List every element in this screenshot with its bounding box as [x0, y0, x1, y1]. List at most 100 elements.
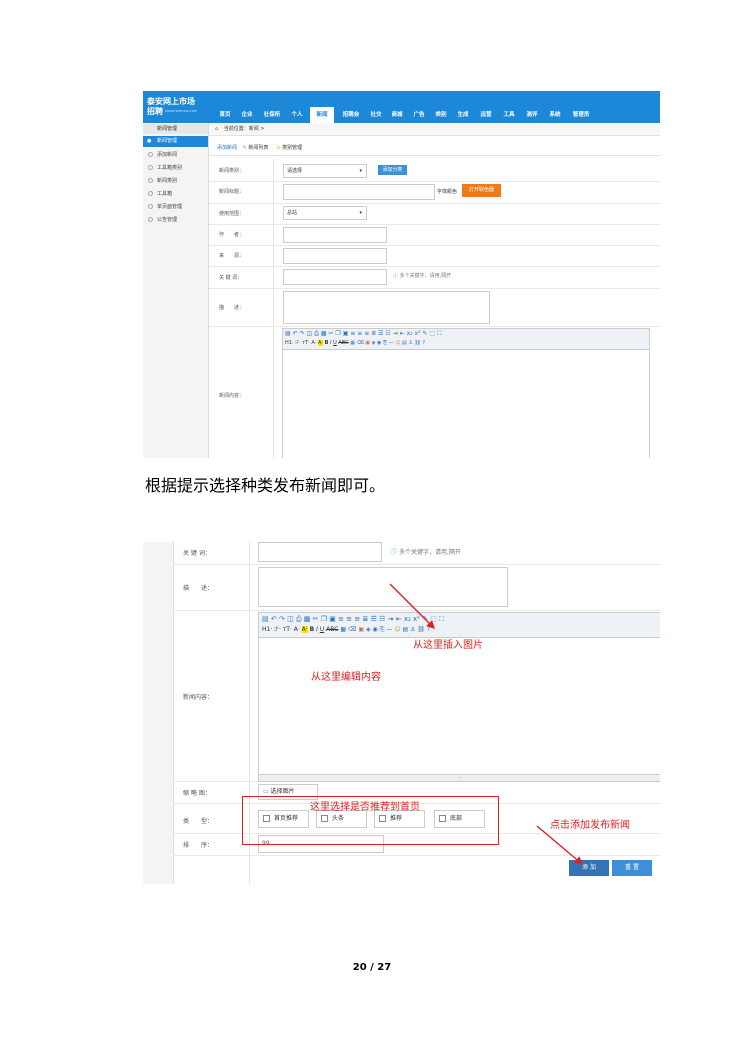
circle-icon	[148, 165, 153, 170]
nav-tools[interactable]: 工具	[500, 107, 518, 123]
select-all-icon[interactable]: ⬚	[429, 330, 435, 337]
align-left-icon[interactable]: ≡	[350, 330, 355, 337]
indent-icon[interactable]: ⇥	[393, 330, 398, 337]
nav-evaluation[interactable]: 测评	[523, 107, 541, 123]
nav-category[interactable]: 类别	[432, 107, 450, 123]
scope-select[interactable]: 总站 ▾	[283, 206, 367, 220]
nav-company[interactable]: 企业	[237, 107, 257, 123]
sidebar-item-toolbox[interactable]: 工具箱	[148, 190, 172, 197]
anchor-icon[interactable]: ⚓	[408, 340, 412, 346]
sidebar-item-add-news[interactable]: 添加新闻	[148, 151, 177, 158]
strikethrough-button[interactable]: ABC	[338, 340, 348, 346]
bullet-list-icon[interactable]: ☷	[385, 330, 390, 337]
help-icon[interactable]: ?	[422, 340, 425, 346]
copy-icon[interactable]: ❐	[335, 330, 340, 337]
link-icon[interactable]: ⛓	[414, 340, 420, 346]
logo-title: 泰安网上市场	[147, 97, 195, 106]
font-color-button[interactable]: A·	[311, 340, 316, 346]
redo-icon[interactable]: ↷	[300, 330, 305, 337]
outdent-icon[interactable]: ⇤	[400, 330, 405, 337]
flash-icon[interactable]: ◈	[372, 340, 376, 346]
hr-icon[interactable]: —	[389, 340, 394, 346]
sidebar-item-single-page[interactable]: 单页面管理	[148, 203, 182, 210]
emoticon-icon[interactable]: ☺	[395, 340, 400, 346]
superscript-icon[interactable]: x²	[415, 330, 421, 337]
instruction-caption: 根据提示选择种类发布新闻即可。	[145, 476, 386, 495]
action-tabs: 添加新闻 ✎ 新闻列表 ⚠ 类别管理	[209, 141, 660, 156]
description-label: 描 述：	[219, 305, 245, 311]
nav-mall[interactable]: 商城	[388, 107, 406, 123]
content-label: 新闻内容：	[219, 393, 245, 399]
heading-button[interactable]: H1·	[285, 340, 294, 346]
template-icon[interactable]: ▦	[321, 330, 327, 337]
nav-social[interactable]: 社交	[367, 107, 385, 123]
form-row-title: 新闻标题： 字体颜色 打开取色器	[209, 181, 660, 204]
preview-icon[interactable]: ◫	[307, 330, 313, 337]
arrow-to-image-icon	[389, 583, 435, 629]
author-input[interactable]	[283, 227, 387, 243]
tab-category-manage[interactable]: 类别管理	[282, 145, 302, 151]
nav-home[interactable]: 首页	[215, 107, 235, 123]
align-center-icon[interactable]: ≡	[357, 330, 362, 337]
underline-button[interactable]: U	[333, 340, 337, 346]
logo-subtitle: 招聘	[147, 107, 163, 116]
annotation-arrows	[389, 583, 584, 865]
nav-social-security[interactable]: 社保所	[259, 107, 285, 123]
source-input[interactable]	[283, 248, 387, 264]
nav-ads[interactable]: 广告	[410, 107, 428, 123]
subscript-icon[interactable]: x₂	[407, 330, 413, 337]
eraser-icon[interactable]: ⌫	[357, 340, 364, 346]
font-family-button[interactable]: ℱ·	[295, 340, 301, 346]
print-icon[interactable]: ⎙	[314, 330, 319, 337]
paste-icon[interactable]: ▣	[343, 330, 349, 337]
nav-job-fair[interactable]: 招聘会	[338, 107, 364, 123]
sidebar-item-notices[interactable]: 公告管理	[148, 216, 177, 223]
nav-operation[interactable]: 运营	[477, 107, 495, 123]
logo-url: www.tarencai.com	[165, 109, 198, 113]
fullscreen-icon[interactable]: ⛶	[437, 330, 441, 337]
sidebar-header: 新闻管理	[143, 124, 208, 134]
cut-icon[interactable]: ✂	[328, 330, 333, 337]
add-category-button[interactable]: 添加分类	[378, 165, 407, 175]
nav-news[interactable]: 新闻	[310, 107, 334, 123]
circle-icon	[148, 191, 153, 196]
image-icon[interactable]: ▣	[365, 340, 370, 346]
tab-add-news[interactable]: 添加新闻	[217, 145, 237, 151]
category-select[interactable]: 请选择 ▾	[283, 164, 367, 178]
sidebar-item-label: 公告管理	[157, 217, 178, 223]
sidebar-item-news-category[interactable]: 新闻类别	[148, 177, 177, 184]
table-icon[interactable]: ▦	[350, 340, 355, 346]
align-right-icon[interactable]: ≡	[364, 330, 369, 337]
justify-icon[interactable]: ≣	[371, 330, 376, 337]
nav-system[interactable]: 系统	[546, 107, 564, 123]
highlight-button[interactable]: A·	[318, 340, 324, 346]
source-icon[interactable]: ▤	[285, 330, 291, 337]
tab-news-list[interactable]: 新闻列表	[248, 145, 268, 151]
chevron-down-icon: ▾	[359, 168, 362, 174]
description-textarea[interactable]	[283, 291, 490, 324]
font-size-button[interactable]: тT·	[302, 340, 310, 346]
editor-content-area[interactable]	[282, 349, 650, 458]
pencil-icon: ✎	[242, 145, 247, 151]
nav-generate[interactable]: 生成	[454, 107, 472, 123]
italic-button[interactable]: I	[330, 340, 331, 346]
keywords-label: 关 键 词：	[219, 275, 243, 281]
media-icon[interactable]: ◉	[377, 340, 381, 346]
chevron-down-icon: ▾	[359, 210, 362, 216]
keywords-input[interactable]	[283, 269, 387, 285]
nav-admin[interactable]: 管理员	[569, 107, 593, 123]
clear-format-icon[interactable]: ✎	[422, 330, 427, 337]
attachment-icon[interactable]: ⎘	[383, 340, 387, 346]
sidebar-item-toolbox-category[interactable]: 工具箱类别	[148, 164, 182, 171]
color-picker-button[interactable]: 打开取色器	[462, 184, 501, 197]
source-label: 来 源：	[219, 253, 245, 259]
bold-button[interactable]: B	[325, 340, 329, 346]
undo-icon[interactable]: ↶	[293, 330, 298, 337]
circle-icon	[148, 204, 153, 209]
title-input[interactable]	[283, 184, 435, 200]
sidebar-item-news-manage[interactable]: ● 新闻管理	[143, 136, 208, 147]
map-icon[interactable]: ▤	[402, 340, 407, 346]
nav-personal[interactable]: 个人	[287, 107, 307, 123]
screenshot-news-form: 泰安网上市场 招聘 www.tarencai.com 首页 企业 社保所 个人 …	[143, 91, 660, 458]
ordered-list-icon[interactable]: ☰	[378, 330, 383, 337]
